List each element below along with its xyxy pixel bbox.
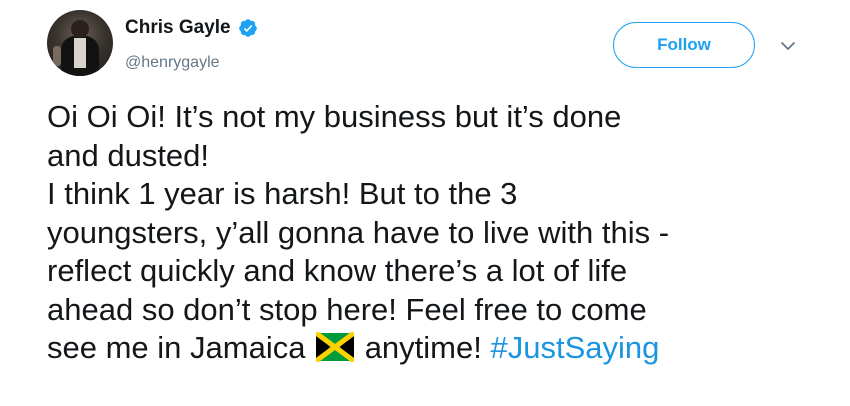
- tweet-line: Oi Oi Oi! It’s not my business but it’s …: [47, 99, 622, 134]
- tweet-text: Oi Oi Oi! It’s not my business but it’s …: [47, 98, 837, 368]
- tweet-line: reflect quickly and know there’s a lot o…: [47, 253, 628, 288]
- tweet-card: Chris Gayle @henrygayle Follow Oi Oi Oi!…: [0, 0, 850, 406]
- tweet-line: youngsters, y’all gonna have to live wit…: [47, 214, 670, 250]
- verified-badge-icon: [238, 18, 258, 38]
- avatar-shirt: [74, 38, 86, 68]
- avatar[interactable]: [47, 10, 113, 76]
- avatar-head: [71, 20, 89, 38]
- tweet-line: ahead so don’t stop here! Feel free to c…: [47, 291, 647, 327]
- user-name-row[interactable]: Chris Gayle: [125, 17, 258, 39]
- tweet-text-segment: see me in Jamaica: [47, 330, 306, 365]
- follow-button[interactable]: Follow: [613, 22, 755, 68]
- user-handle[interactable]: @henrygayle: [125, 54, 220, 72]
- jamaica-flag-icon: [314, 330, 356, 364]
- avatar-background: [53, 46, 61, 66]
- hashtag-link[interactable]: #JustSaying: [490, 330, 659, 365]
- tweet-line: and dusted!: [47, 137, 210, 173]
- tweet-text-segment: anytime!: [356, 330, 491, 365]
- tweet-line: I think 1 year is harsh! But to the 3: [47, 176, 518, 211]
- tweet-line-last: see me in Jamaica anytime! #JustSaying: [47, 329, 837, 368]
- chevron-down-icon[interactable]: [779, 37, 797, 55]
- display-name[interactable]: Chris Gayle: [125, 17, 231, 39]
